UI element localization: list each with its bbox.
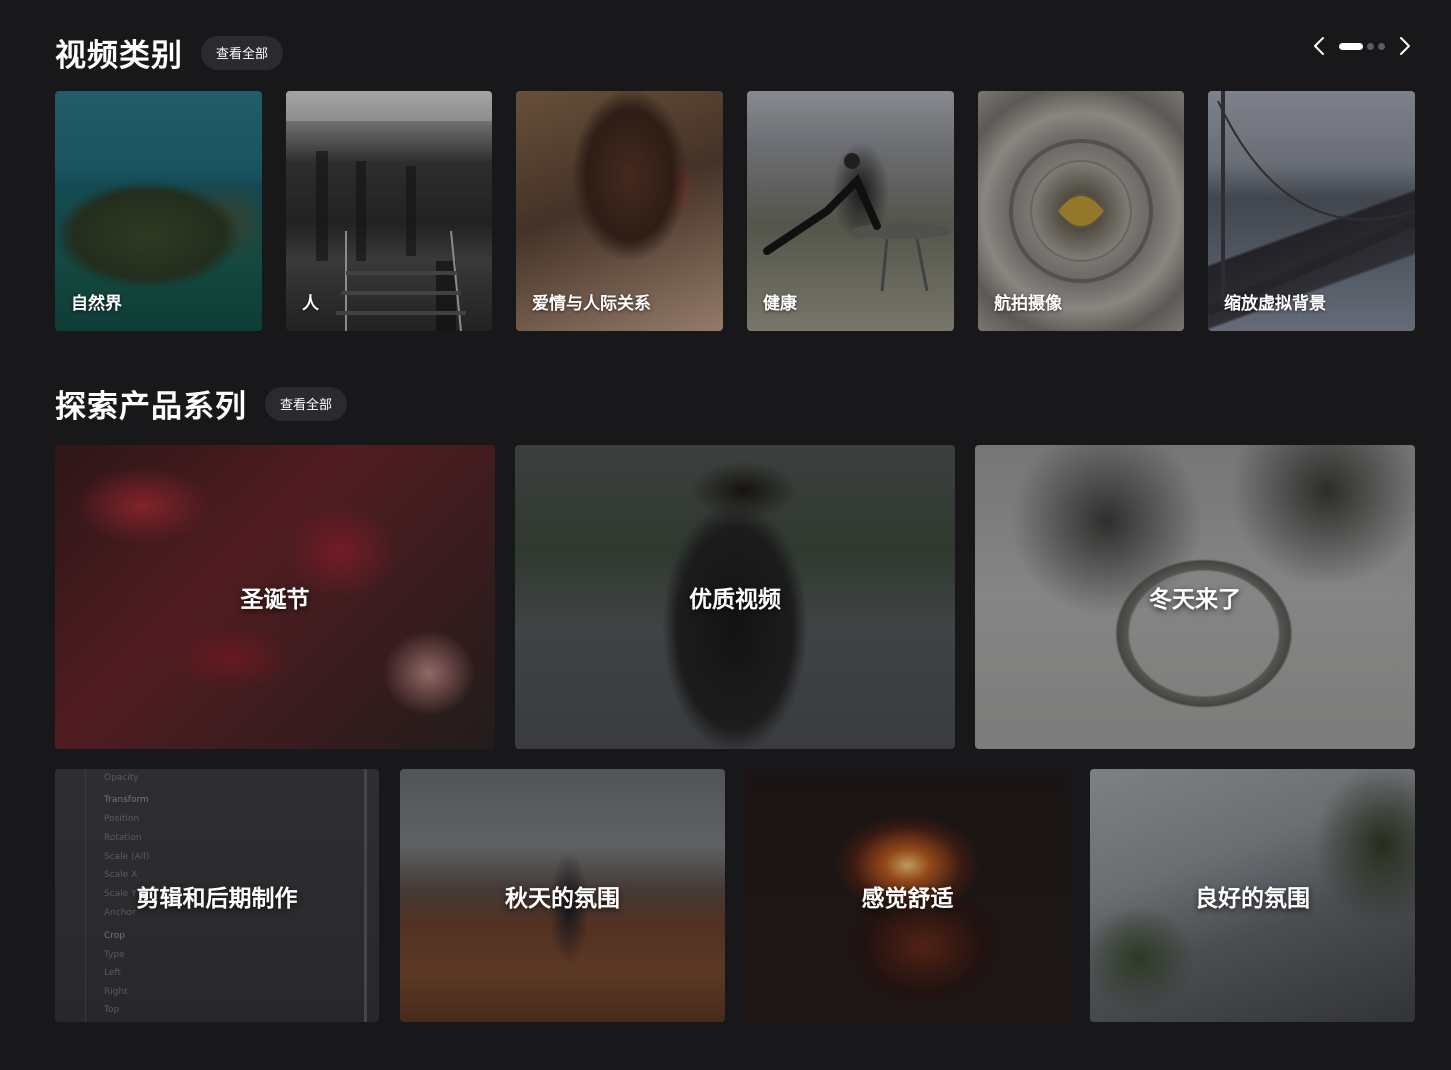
category-card-virtual-bg[interactable]: 缩放虚拟背景 [1208,91,1415,331]
category-label: 航拍摄像 [994,294,1062,314]
category-card-aerial[interactable]: 航拍摄像 [978,91,1184,331]
category-card-love[interactable]: 爱情与人际关系 [516,91,723,331]
collection-card-autumn[interactable]: 秋天的氛围 [400,769,725,1022]
collection-label: 冬天来了 [1149,587,1241,613]
page: 视频类别 查看全部 自然界 人 爱情与人际关系 健康 航拍摄像 缩放虚拟背景 探… [0,0,1451,1070]
carousel-dots [1339,42,1385,50]
chevron-left-icon[interactable] [1309,34,1329,58]
category-card-nature[interactable]: 自然界 [55,91,262,331]
collection-card-good-vibes[interactable]: 良好的氛围 [1090,769,1415,1022]
category-card-health[interactable]: 健康 [747,91,954,331]
collections-view-all-button[interactable]: 查看全部 [265,386,348,421]
collection-card-winter[interactable]: 冬天来了 [975,445,1415,749]
collection-label: 秋天的氛围 [505,885,620,912]
category-label: 爱情与人际关系 [532,294,651,314]
collection-card-christmas[interactable]: 圣诞节 [55,445,495,749]
category-label: 健康 [763,294,797,314]
collection-card-editing[interactable]: Opacity Transform Position Rotation Scal… [55,769,379,1022]
collection-label: 优质视频 [689,587,781,613]
carousel-dot-3[interactable] [1378,42,1385,50]
collection-label: 感觉舒适 [861,885,954,912]
collection-label: 良好的氛围 [1195,885,1310,912]
categories-view-all-button[interactable]: 查看全部 [201,35,284,70]
collection-label: 圣诞节 [240,587,310,613]
carousel-nav [1309,34,1415,58]
collection-label: 剪辑和后期制作 [136,885,298,912]
category-label: 自然界 [71,294,122,314]
collections-title: 探索产品系列 [55,389,247,425]
category-label: 人 [302,294,319,314]
categories-title: 视频类别 [55,38,183,74]
category-card-people[interactable]: 人 [286,91,492,331]
chevron-right-icon[interactable] [1395,34,1415,58]
category-label: 缩放虚拟背景 [1224,294,1326,314]
collection-card-cozy[interactable]: 感觉舒适 [745,769,1070,1022]
collection-card-premium-video[interactable]: 优质视频 [515,445,955,749]
categories-header: 视频类别 查看全部 [55,30,284,75]
collections-header: 探索产品系列 查看全部 [55,381,348,426]
carousel-dot-2[interactable] [1367,42,1374,50]
carousel-dot-1[interactable] [1339,42,1363,50]
